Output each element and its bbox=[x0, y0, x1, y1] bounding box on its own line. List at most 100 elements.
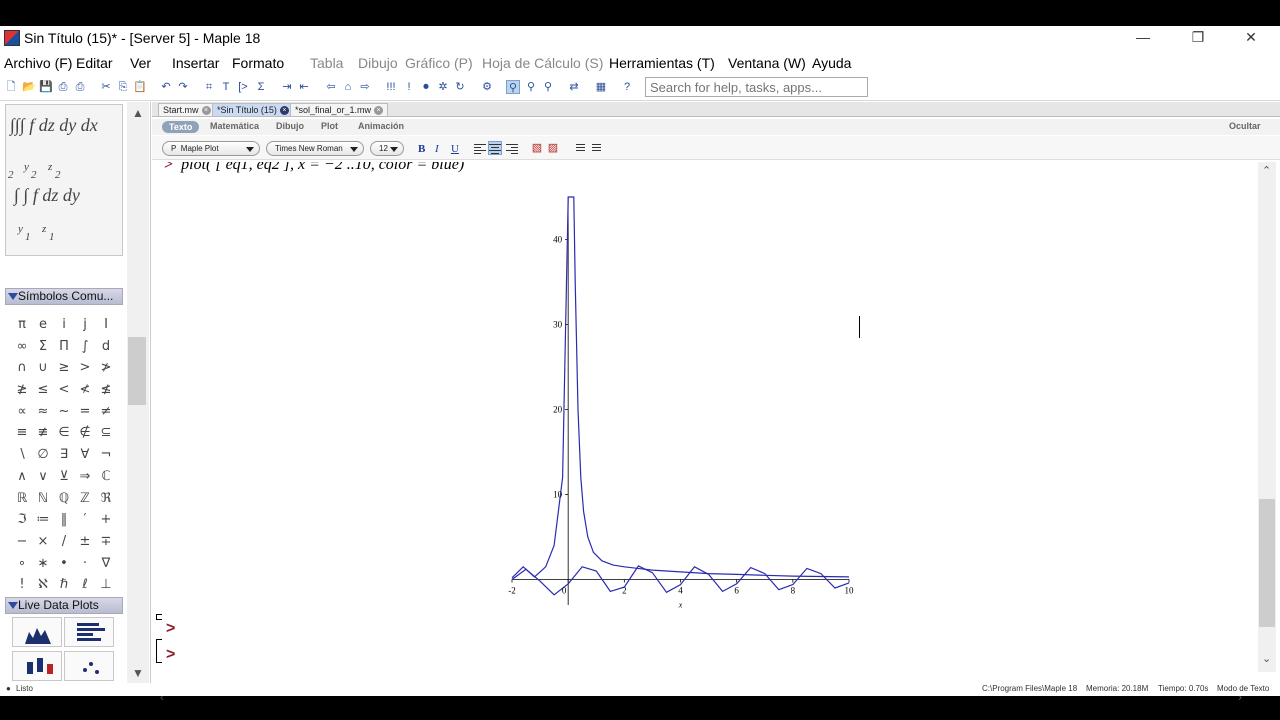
stop-icon[interactable]: ⏺ bbox=[419, 80, 433, 94]
symbol-button[interactable]: = bbox=[75, 401, 95, 423]
symbol-button[interactable]: j bbox=[75, 314, 95, 336]
zoom-100-icon[interactable]: ⚲ bbox=[506, 80, 520, 94]
scroll-down-icon[interactable]: ⌄ bbox=[1262, 652, 1271, 665]
redo-icon[interactable]: ↷ bbox=[176, 80, 190, 94]
menu-dibujo[interactable]: Dibujo bbox=[358, 55, 398, 71]
symbol-button[interactable]: · bbox=[75, 553, 95, 575]
symbol-button[interactable]: ≥ bbox=[54, 357, 74, 379]
home-icon[interactable]: ⌂ bbox=[341, 80, 355, 94]
execute-icon[interactable]: ! bbox=[402, 80, 416, 94]
symbol-button[interactable]: i bbox=[54, 314, 74, 336]
empty-prompt[interactable]: > bbox=[166, 646, 175, 664]
mode-animacion[interactable]: Animación bbox=[358, 121, 404, 131]
symbol-button[interactable]: ≰ bbox=[96, 379, 116, 401]
scroll-thumb[interactable] bbox=[1259, 499, 1275, 627]
new-document-icon[interactable]: 🗋 bbox=[4, 80, 18, 94]
close-tab-icon[interactable]: × bbox=[279, 106, 289, 116]
cut-icon[interactable]: ✂ bbox=[99, 80, 113, 94]
execute-all-icon[interactable]: !!! bbox=[384, 80, 398, 94]
bullet-list-icon[interactable] bbox=[573, 142, 585, 154]
insert-prompt-icon[interactable]: [> bbox=[236, 80, 250, 94]
menu-ventana[interactable]: Ventana (W) bbox=[728, 55, 806, 71]
restore-button[interactable]: ❐ bbox=[1175, 26, 1221, 50]
align-right-icon[interactable] bbox=[506, 142, 518, 154]
symbol-button[interactable]: ∫ bbox=[75, 336, 95, 358]
symbol-button[interactable]: ⊻ bbox=[54, 466, 74, 488]
symbol-button[interactable]: ≔ bbox=[33, 509, 53, 531]
font-dropdown[interactable]: Times New Roman bbox=[266, 141, 364, 156]
open-icon[interactable]: 📂 bbox=[22, 80, 36, 94]
search-input[interactable] bbox=[645, 77, 868, 97]
symbol-button[interactable]: ≡ bbox=[12, 422, 32, 444]
menu-grafico[interactable]: Gráfico (P) bbox=[405, 55, 473, 71]
hide-toolbar-button[interactable]: Ocultar bbox=[1229, 121, 1261, 131]
symbol-button[interactable]: ℕ bbox=[33, 488, 53, 510]
tab-start[interactable]: Start.mw × bbox=[158, 103, 216, 116]
menu-ayuda[interactable]: Ayuda bbox=[812, 55, 851, 71]
close-tab-icon[interactable]: × bbox=[374, 106, 384, 116]
symbol-button[interactable]: ~ bbox=[54, 401, 74, 423]
symbol-button[interactable]: ∞ bbox=[12, 336, 32, 358]
minimize-button[interactable]: — bbox=[1120, 26, 1166, 50]
worksheet[interactable]: > plot( [ eq1, eq2 ], x = −2 ..10, color… bbox=[156, 162, 1256, 687]
symbol-button[interactable]: ℜ bbox=[96, 488, 116, 510]
numbered-list-icon[interactable] bbox=[589, 142, 601, 154]
symbol-button[interactable]: ⊆ bbox=[96, 422, 116, 444]
symbol-button[interactable]: ± bbox=[75, 531, 95, 553]
scatter-plot-thumbnail[interactable] bbox=[64, 651, 114, 681]
align-center-icon[interactable] bbox=[488, 141, 502, 155]
menu-tabla[interactable]: Tabla bbox=[310, 55, 343, 71]
bar-plot-thumbnail[interactable] bbox=[64, 617, 114, 647]
zoom-out-icon[interactable]: ⚲ bbox=[541, 80, 555, 94]
scroll-up-icon[interactable]: ▲ bbox=[132, 106, 144, 120]
mode-matematica[interactable]: Matemática bbox=[210, 121, 259, 131]
undo-icon[interactable]: ↶ bbox=[159, 80, 173, 94]
insert-math-icon[interactable]: Σ bbox=[254, 80, 268, 94]
print-preview-icon[interactable]: ⎙ bbox=[73, 80, 87, 94]
symbol-button[interactable]: ≱ bbox=[12, 379, 32, 401]
symbol-button[interactable]: ∪ bbox=[33, 357, 53, 379]
print-icon[interactable]: ⎙ bbox=[56, 80, 70, 94]
tab-sin-titulo-15[interactable]: *Sin Título (15) × bbox=[212, 103, 294, 116]
close-button[interactable]: ✕ bbox=[1228, 26, 1274, 50]
bold-button[interactable]: B bbox=[418, 143, 425, 155]
symbol-button[interactable]: ¬ bbox=[96, 444, 116, 466]
symbol-button[interactable]: ≢ bbox=[33, 422, 53, 444]
italic-button[interactable]: I bbox=[435, 143, 439, 155]
menu-insertar[interactable]: Insertar bbox=[172, 55, 219, 71]
symbol-button[interactable]: Σ bbox=[33, 336, 53, 358]
insert-text-icon[interactable]: T bbox=[219, 80, 233, 94]
common-symbols-header[interactable]: Símbolos Comu... bbox=[5, 288, 123, 305]
paste-icon[interactable]: 📋 bbox=[133, 80, 147, 94]
symbol-button[interactable]: + bbox=[96, 509, 116, 531]
mode-texto[interactable]: Texto bbox=[162, 121, 200, 133]
text-color-icon[interactable]: ▧ bbox=[530, 141, 544, 155]
symbol-button[interactable]: ∇ bbox=[96, 553, 116, 575]
symbol-button[interactable]: ⊥ bbox=[96, 574, 116, 596]
align-left-icon[interactable] bbox=[474, 142, 486, 154]
box-plot-thumbnail[interactable] bbox=[12, 651, 62, 681]
menu-archivo[interactable]: Archivo (F) bbox=[4, 55, 72, 71]
symbol-button[interactable]: I bbox=[96, 314, 116, 336]
debug-icon[interactable]: ✲ bbox=[436, 80, 450, 94]
symbol-button[interactable]: ∝ bbox=[12, 401, 32, 423]
symbol-button[interactable]: ℵ bbox=[33, 574, 53, 596]
outdent-icon[interactable]: ⇤ bbox=[297, 80, 311, 94]
symbol-button[interactable]: π bbox=[12, 314, 32, 336]
symbol-button[interactable]: ≤ bbox=[33, 379, 53, 401]
symbol-button[interactable]: d bbox=[96, 336, 116, 358]
symbol-button[interactable]: ℑ bbox=[12, 509, 32, 531]
live-data-plots-header[interactable]: Live Data Plots bbox=[5, 597, 123, 614]
symbol-button[interactable]: ∃ bbox=[54, 444, 74, 466]
symbol-button[interactable]: ′ bbox=[75, 509, 95, 531]
symbol-button[interactable]: ∖ bbox=[12, 444, 32, 466]
underline-button[interactable]: U bbox=[451, 143, 459, 155]
calculus-palette[interactable]: ∫∫∫ f dz dy dx 2 y 2 z 2 ∫ ∫ f dz dy y 1… bbox=[5, 104, 123, 256]
symbol-button[interactable]: e bbox=[33, 314, 53, 336]
scroll-thumb[interactable] bbox=[128, 337, 146, 405]
menu-ver[interactable]: Ver bbox=[130, 55, 151, 71]
symbol-button[interactable]: ∗ bbox=[33, 553, 53, 575]
double-integral[interactable]: ∫ ∫ f dz dy bbox=[14, 185, 80, 206]
help-icon[interactable]: ? bbox=[620, 80, 634, 94]
back-icon[interactable]: ⇦ bbox=[324, 80, 338, 94]
